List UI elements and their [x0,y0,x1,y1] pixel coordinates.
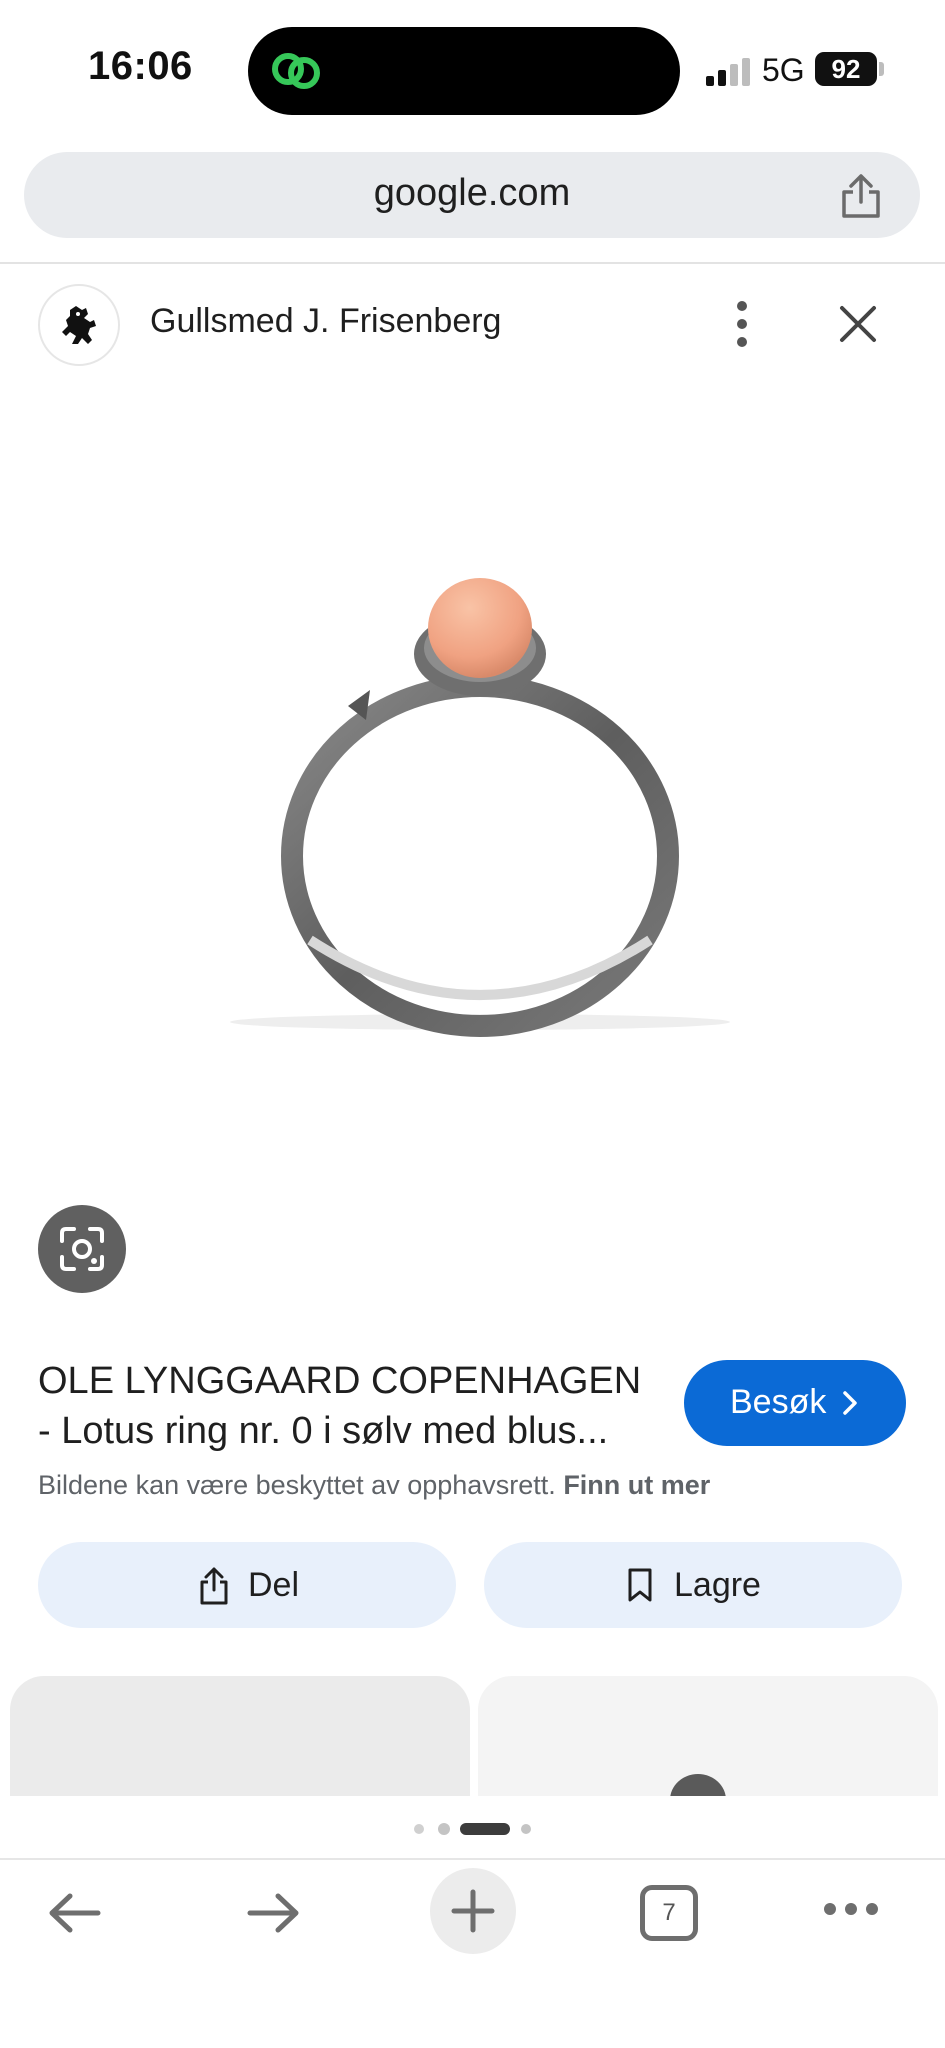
header-divider [0,262,945,264]
link-activity-icon [272,53,320,89]
share-button[interactable]: Del [38,1542,456,1628]
source-name[interactable]: Gullsmed J. Frisenberg [150,302,501,341]
lens-search-button[interactable] [38,1205,126,1293]
plus-icon [451,1889,495,1933]
lens-icon [60,1227,104,1271]
cellular-signal-icon [706,58,750,86]
chevron-right-icon [843,1391,857,1415]
tab-switcher-button[interactable]: 7 [640,1885,698,1941]
related-image-card[interactable] [478,1676,938,1796]
status-time: 16:06 [88,44,193,88]
more-horiz-icon[interactable] [822,1900,880,1918]
share-icon[interactable] [838,172,884,220]
battery-tip [879,62,884,76]
share-label: Del [248,1566,300,1604]
toolbar-divider [0,1858,945,1860]
status-bar: 16:06 5G 92 [0,0,945,140]
battery-indicator: 92 [815,52,877,86]
share-icon [200,1567,228,1605]
lion-crest-icon [62,306,96,344]
related-image-card[interactable] [10,1676,470,1796]
close-icon[interactable] [836,302,880,346]
more-vert-icon[interactable] [728,298,756,350]
source-logo[interactable] [38,284,120,366]
network-type: 5G [762,52,805,88]
url-text: google.com [373,172,571,214]
visit-button[interactable]: Besøk [684,1360,906,1446]
page-indicator [414,1823,531,1835]
new-tab-button[interactable] [430,1868,516,1954]
learn-more-link[interactable]: Finn ut mer [563,1470,710,1500]
forward-arrow-icon[interactable] [244,1884,302,1942]
copyright-text: Bildene kan være beskyttet av opphavsret… [38,1470,556,1500]
product-image[interactable] [180,520,780,1060]
save-button[interactable]: Lagre [484,1542,902,1628]
back-arrow-icon[interactable] [46,1884,104,1942]
save-label: Lagre [674,1566,761,1604]
bookmark-icon [628,1568,652,1602]
result-title[interactable]: OLE LYNGGAARD COPENHAGEN - Lotus ring nr… [38,1356,658,1456]
visit-label: Besøk [730,1383,827,1421]
related-ring-thumbnail [670,1774,726,1796]
address-bar[interactable]: google.com [24,152,920,238]
copyright-notice: Bildene kan være beskyttet av opphavsret… [38,1470,710,1501]
